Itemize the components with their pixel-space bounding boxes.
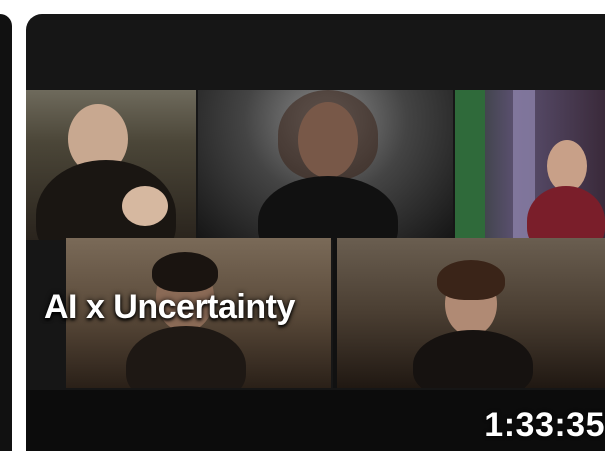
participant-tile bbox=[455, 90, 605, 240]
thumbnail-title: AI x Uncertainty bbox=[44, 288, 295, 326]
participant-tile bbox=[333, 238, 605, 388]
duration-badge: 1:33:35 bbox=[484, 406, 605, 444]
participant-tile bbox=[26, 90, 196, 240]
previous-card-edge bbox=[0, 14, 12, 451]
participant-tile bbox=[198, 90, 453, 240]
video-thumbnail[interactable]: AI x Uncertainty 1:33:35 bbox=[26, 14, 605, 451]
